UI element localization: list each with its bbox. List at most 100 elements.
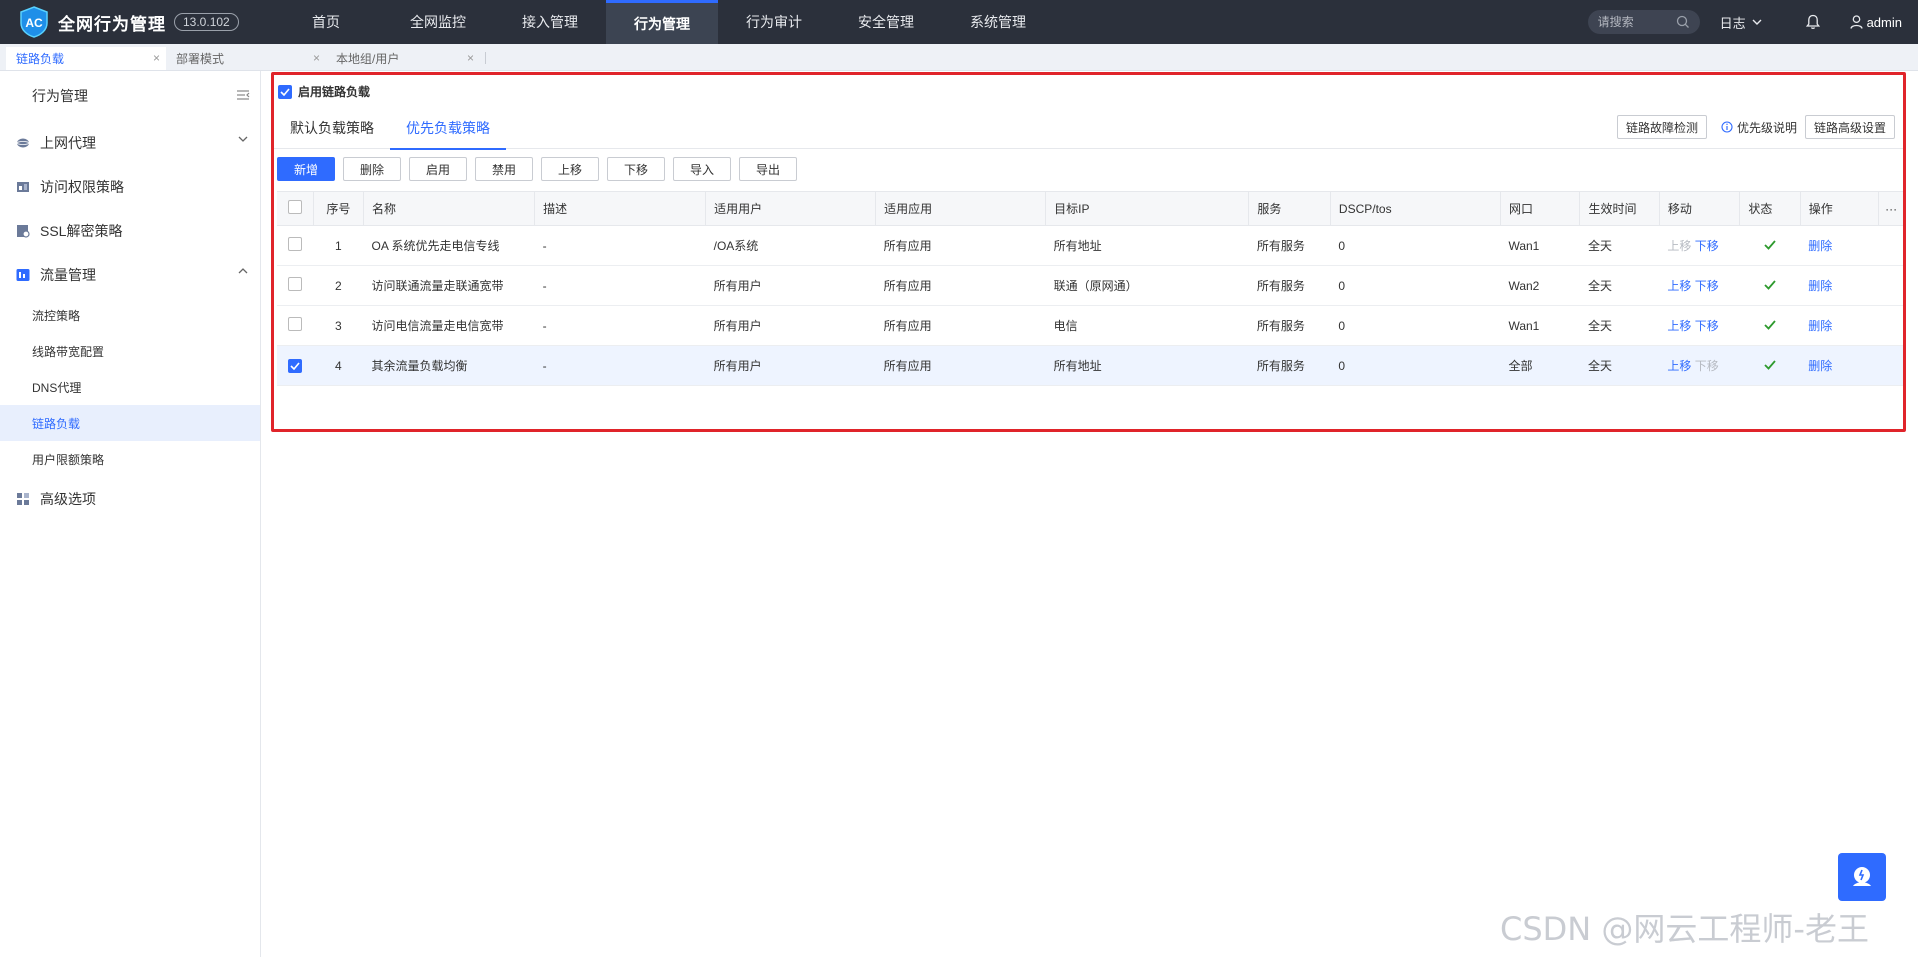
chevron-up-icon: [238, 268, 248, 274]
user-menu[interactable]: admin: [1849, 15, 1902, 30]
row-user: 所有用户: [705, 305, 876, 346]
enable-link-load[interactable]: 启用链路负载: [278, 83, 370, 100]
top-navbar: AC 全网行为管理 13.0.102 首页 全网监控 接入管理 行为管理 行为审…: [0, 0, 1918, 44]
priority-note-link[interactable]: 优先级说明: [1721, 119, 1797, 136]
row-spacer: [1878, 345, 1903, 386]
bell-icon[interactable]: [1805, 14, 1820, 30]
tab-link-load[interactable]: 链路负载 ×: [6, 47, 166, 70]
sidebar-item-dns-proxy[interactable]: DNS代理: [0, 369, 260, 405]
nav-access[interactable]: 接入管理: [494, 0, 606, 44]
select-all-checkbox[interactable]: [287, 200, 302, 214]
row-move-up-link[interactable]: 上移: [1667, 359, 1691, 373]
info-icon: [1721, 121, 1733, 133]
row-name-link[interactable]: 其余流量负载均衡: [363, 345, 535, 386]
row-checkbox[interactable]: [288, 317, 303, 331]
row-status[interactable]: [1739, 345, 1801, 386]
sidebar-item-flow-control[interactable]: 流控策略: [0, 297, 260, 333]
row-status[interactable]: [1739, 265, 1801, 306]
row-delete-link[interactable]: 删除: [1808, 319, 1832, 333]
fault-detect-button[interactable]: 链路故障检测: [1616, 115, 1707, 139]
row-time: 全天: [1579, 225, 1660, 266]
tab-local-users[interactable]: 本地组/用户 ×: [326, 47, 486, 70]
row-delete-link[interactable]: 删除: [1808, 359, 1832, 373]
row-app: 所有应用: [875, 225, 1046, 266]
row-no: 3: [313, 305, 364, 346]
table-row[interactable]: 2 访问联通流量走联通宽带 - 所有用户 所有应用 联通（原网通） 所有服务 0 Wan2 全天上…: [277, 265, 1903, 306]
sidebar-group-access[interactable]: 访问权限策略: [0, 165, 260, 209]
link-load-panel: 启用链路负载 默认负载策略 优先负载策略 链路故障检测 优先级说明 链路高级设置…: [271, 72, 1906, 432]
enable-link-load-label: 启用链路负载: [298, 85, 371, 99]
sidebar-group-traffic[interactable]: 流量管理: [0, 253, 260, 297]
sidebar-group-ssl[interactable]: SSL解密策略: [0, 209, 260, 253]
row-name-link[interactable]: OA 系统优先走电信专线: [363, 225, 535, 266]
sidebar-group-label: 访问权限策略: [40, 179, 124, 195]
close-icon[interactable]: ×: [153, 51, 160, 65]
disable-button[interactable]: 禁用: [475, 157, 533, 181]
log-menu[interactable]: 日志: [1720, 13, 1762, 32]
row-spacer: [1878, 305, 1903, 346]
tab-default-policy[interactable]: 默认负载策略: [274, 107, 390, 149]
move-down-button[interactable]: 下移: [607, 157, 665, 181]
nav-home[interactable]: 首页: [270, 0, 382, 44]
row-select-cell: [277, 345, 314, 386]
nav-behavior[interactable]: 行为管理: [606, 0, 718, 44]
col-name: 名称: [363, 191, 536, 226]
enable-link-load-checkbox[interactable]: [278, 84, 292, 99]
menu-collapse-icon[interactable]: [236, 89, 250, 101]
tab-deploy-mode[interactable]: 部署模式 ×: [166, 47, 326, 70]
row-delete-link[interactable]: 删除: [1808, 239, 1832, 253]
table-row[interactable]: 4 其余流量负载均衡 - 所有用户 所有应用 所有地址 所有服务 0 全部 全天 上移 下移 删除: [277, 345, 1903, 386]
row-service: 所有服务: [1248, 345, 1331, 386]
sidebar-group-proxy[interactable]: 上网代理: [0, 121, 260, 165]
app-logo[interactable]: AC 全网行为管理 13.0.102: [0, 6, 270, 38]
row-checkbox[interactable]: [288, 358, 303, 373]
nav-system[interactable]: 系统管理: [942, 0, 1054, 44]
row-move-down-link[interactable]: 下移: [1695, 239, 1719, 253]
row-name-link[interactable]: 访问电信流量走电信宽带: [363, 305, 535, 346]
row-move-up-link[interactable]: 上移: [1667, 319, 1691, 333]
delete-button[interactable]: 删除: [343, 157, 401, 181]
import-button[interactable]: 导入: [673, 157, 731, 181]
advanced-settings-button[interactable]: 链路高级设置: [1804, 115, 1895, 139]
assistant-button[interactable]: [1838, 853, 1886, 901]
row-move-up-link[interactable]: 上移: [1667, 279, 1691, 293]
row-move-down-link: 下移: [1694, 359, 1719, 373]
nav-security[interactable]: 安全管理: [830, 0, 942, 44]
column-settings-icon[interactable]: ···: [1878, 191, 1903, 226]
sidebar-item-link-load[interactable]: 链路负载: [0, 405, 260, 441]
row-delete-link[interactable]: 删除: [1808, 279, 1832, 293]
move-up-button[interactable]: 上移: [541, 157, 599, 181]
row-app: 所有应用: [875, 265, 1046, 306]
nav-audit[interactable]: 行为审计: [718, 0, 830, 44]
sidebar-item-user-quota[interactable]: 用户限额策略: [0, 441, 260, 477]
search-input[interactable]: [1597, 15, 1668, 29]
search-icon[interactable]: [1676, 15, 1690, 29]
table-row[interactable]: 3 访问电信流量走电信宽带 - 所有用户 所有应用 电信 所有服务 0 Wan1 全天 上移 下移 删…: [277, 305, 1903, 346]
export-button[interactable]: 导出: [739, 157, 797, 181]
user-icon: [1849, 15, 1863, 29]
row-name-link[interactable]: 访问联通流量走联通宽带: [363, 265, 535, 306]
row-status[interactable]: [1739, 305, 1801, 346]
row-checkbox[interactable]: [288, 237, 303, 251]
row-user: 所有用户: [705, 345, 876, 386]
add-button[interactable]: 新增: [277, 157, 335, 181]
nav-monitor[interactable]: 全网监控: [382, 0, 494, 44]
grid-icon: [16, 492, 30, 506]
close-icon[interactable]: ×: [313, 51, 320, 65]
row-move: 上移 下移: [1659, 265, 1740, 306]
row-move-down-link[interactable]: 下移: [1695, 319, 1719, 333]
top-right-tools: 日志 admin: [1587, 10, 1918, 34]
enable-button[interactable]: 启用: [409, 157, 467, 181]
row-status[interactable]: [1739, 225, 1801, 266]
ssl-decrypt-icon: [16, 224, 30, 238]
sidebar-group-advanced[interactable]: 高级选项: [0, 477, 260, 521]
close-icon[interactable]: ×: [467, 51, 474, 65]
row-checkbox[interactable]: [288, 277, 303, 291]
sidebar-item-bandwidth[interactable]: 线路带宽配置: [0, 333, 260, 369]
row-time: 全天: [1579, 305, 1660, 346]
row-move-down-link[interactable]: 下移: [1695, 279, 1719, 293]
col-app: 适用应用: [875, 191, 1047, 226]
tab-priority-policy[interactable]: 优先负载策略: [390, 107, 506, 150]
table-row[interactable]: 1 OA 系统优先走电信专线 -/OA系统 所有应用 所有地址 所有服务 0 Wan1 全天 上移…: [277, 225, 1903, 266]
row-service: 所有服务: [1248, 305, 1331, 346]
